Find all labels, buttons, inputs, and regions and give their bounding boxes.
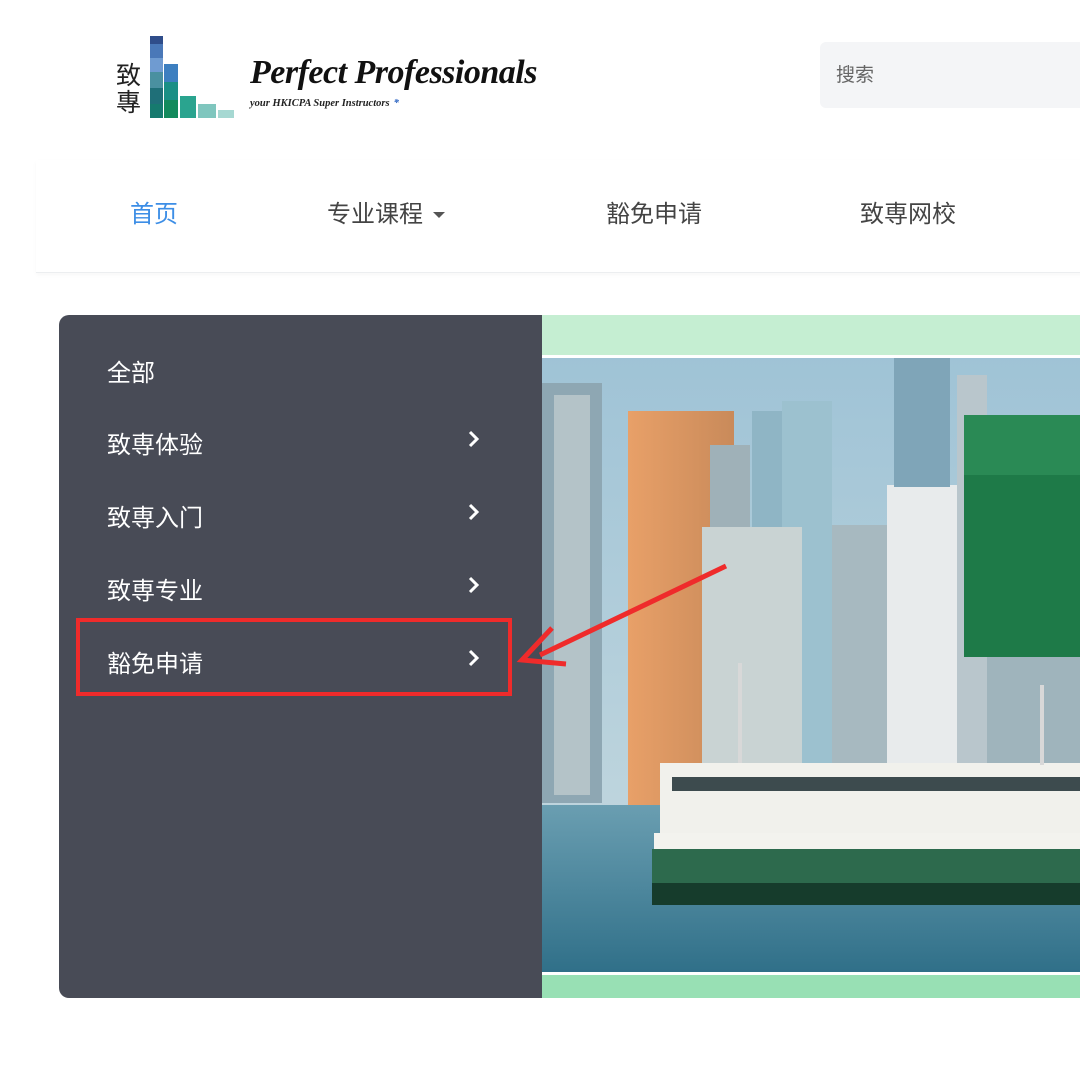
logo-char-2: 專 (116, 88, 142, 117)
search-input[interactable] (820, 42, 1080, 108)
logo-tagline: your HKICPA Super Instructors * (250, 98, 399, 109)
hero-banner-image[interactable] (542, 315, 1080, 998)
caret-down-icon (433, 212, 445, 218)
chevron-right-icon (468, 576, 480, 594)
logo-char-1: 致 (116, 61, 142, 90)
nav-item-courses[interactable]: 专业课程 (327, 194, 445, 229)
logo-tagline-text: your HKICPA Super Instructors (250, 98, 390, 109)
category-item-all[interactable]: 全部 (59, 337, 542, 397)
page: 致 專 Perfect Professionals your HKICPA Su… (0, 0, 1080, 1080)
category-label: 致専入门 (107, 504, 203, 532)
chevron-right-icon (468, 430, 480, 448)
logo-tagline-mark: * (393, 98, 399, 109)
harbour-illustration (542, 315, 1080, 998)
category-item-professional[interactable]: 致専专业 (59, 555, 542, 615)
logo-title: Perfect Professionals (250, 54, 537, 91)
category-label: 全部 (107, 359, 155, 387)
nav-item-exemption[interactable]: 豁免申请 (606, 194, 702, 229)
category-label: 致専体验 (107, 431, 203, 459)
nav-item-online-school[interactable]: 致専网校 (860, 194, 956, 229)
nav-item-label: 致専网校 (860, 200, 956, 228)
nav-item-home[interactable]: 首页 (130, 194, 178, 229)
category-label: 致専专业 (107, 577, 203, 605)
site-logo[interactable]: 致 專 Perfect Professionals your HKICPA Su… (116, 34, 556, 124)
search-box[interactable] (820, 42, 1080, 108)
nav-item-label: 豁免申请 (606, 200, 702, 228)
chevron-right-icon (468, 503, 480, 521)
category-item-experience[interactable]: 致専体验 (59, 409, 542, 469)
highlight-box (76, 618, 512, 696)
nav-item-label: 首页 (130, 200, 178, 228)
logo-chars: 致 專 (116, 62, 146, 116)
nav-item-label: 专业课程 (327, 200, 423, 228)
main-nav: 首页 专业课程 豁免申请 致専网校 (36, 160, 1080, 273)
logo-blocks-icon (150, 36, 234, 118)
category-item-intro[interactable]: 致専入门 (59, 482, 542, 542)
